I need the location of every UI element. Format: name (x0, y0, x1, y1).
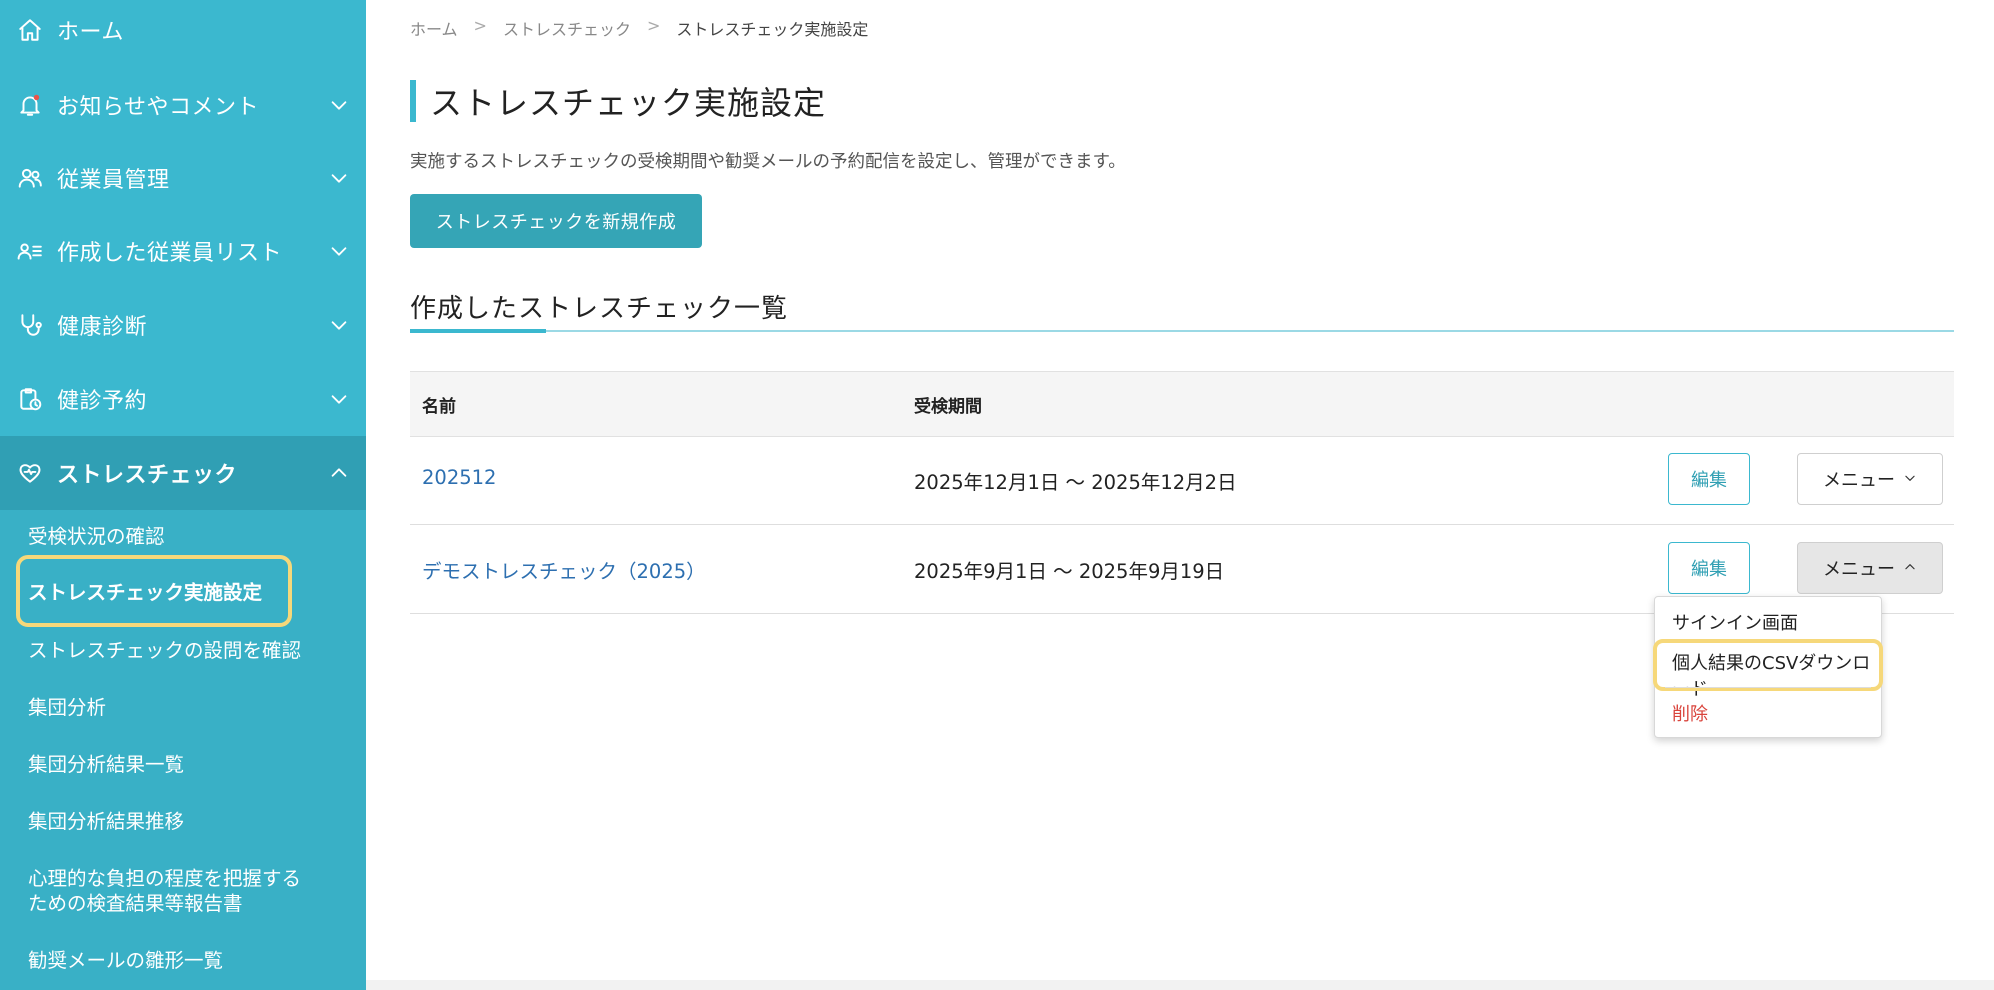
menu-divider (1665, 687, 1871, 688)
table-row: 202512 2025年12月1日 〜 2025年12月2日 編集 メニュー (410, 436, 1954, 525)
sidebar-item-label: 健診予約 (57, 389, 148, 414)
stethoscope-icon (16, 311, 44, 339)
row-period: 2025年12月1日 〜 2025年12月2日 (914, 471, 1237, 494)
highlight-box (16, 555, 292, 627)
section-divider (410, 330, 1954, 332)
chevron-down-icon (328, 240, 350, 262)
heart-icon (16, 459, 44, 487)
sidebar-item-label: お知らせやコメント (57, 95, 260, 120)
sidebar-item-notifications[interactable]: お知らせやコメント (0, 69, 366, 141)
breadcrumb-stress-check[interactable]: ストレスチェック (503, 16, 631, 40)
sidebar-item-employees[interactable]: 従業員管理 (0, 142, 366, 214)
column-header-name: 名前 (422, 397, 456, 417)
chevron-down-icon (1903, 469, 1917, 490)
row-name-link[interactable]: 202512 (422, 466, 496, 489)
edit-button[interactable]: 編集 (1668, 453, 1750, 505)
menu-button[interactable]: メニュー (1797, 542, 1943, 594)
submenu-item-group-trends[interactable]: 集団分析結果推移 (28, 809, 184, 834)
chevron-down-icon (328, 167, 350, 189)
create-stress-check-button[interactable]: ストレスチェックを新規作成 (410, 194, 702, 248)
main-content: ホーム > ストレスチェック > ストレスチェック実施設定 ストレスチェック実施… (366, 0, 1994, 990)
submenu-item-status[interactable]: 受検状況の確認 (28, 524, 165, 549)
menu-item-delete[interactable]: 削除 (1672, 700, 1708, 726)
submenu-item-group-results[interactable]: 集団分析結果一覧 (28, 752, 184, 777)
clipboard-clock-icon (16, 385, 44, 413)
section-divider-accent (410, 329, 546, 333)
table-header: 名前 受検期間 (410, 371, 1954, 437)
breadcrumb-current: ストレスチェック実施設定 (676, 20, 869, 39)
sidebar-item-label: ホーム (57, 20, 124, 45)
sidebar: ホーム お知らせやコメント 従業員管理 作成した従業員リスト 健康診断 健診予約 (0, 0, 366, 990)
users-icon (16, 164, 44, 192)
row-menu-dropdown: サインイン画面 個人結果のCSVダウンロード 削除 (1653, 596, 1883, 738)
sidebar-item-home[interactable]: ホーム (0, 0, 366, 66)
chevron-down-icon (328, 94, 350, 116)
sidebar-item-health-checkup[interactable]: 健康診断 (0, 289, 366, 361)
sidebar-item-stress-check[interactable]: ストレスチェック (0, 436, 366, 510)
submenu-item-mail-templates[interactable]: 勧奨メールの雛形一覧 (28, 948, 223, 973)
chevron-down-icon (328, 388, 350, 410)
breadcrumb-separator: > (473, 16, 487, 35)
sidebar-item-label: ストレスチェック (57, 463, 238, 488)
highlight-box (1653, 639, 1883, 691)
user-list-icon (16, 237, 44, 265)
page-bottom-strip (366, 980, 1994, 990)
column-header-period: 受検期間 (914, 397, 982, 417)
page-description: 実施するストレスチェックの受検期間や勧奨メールの予約配信を設定し、管理ができます… (410, 152, 1126, 172)
sidebar-item-label: 従業員管理 (57, 168, 170, 193)
breadcrumb-separator: > (646, 16, 661, 35)
menu-item-signin-screen[interactable]: サインイン画面 (1672, 609, 1798, 635)
chevron-up-icon (328, 462, 350, 484)
menu-button[interactable]: メニュー (1797, 453, 1943, 505)
sidebar-item-label: 作成した従業員リスト (57, 241, 283, 266)
submenu-item-report-line1[interactable]: 心理的な負担の程度を把握する (28, 866, 301, 891)
title-accent-bar (410, 80, 416, 122)
submenu-item-report-line2[interactable]: ための検査結果等報告書 (28, 891, 243, 916)
bell-icon (16, 91, 44, 119)
breadcrumb-home[interactable]: ホーム (410, 16, 458, 40)
menu-button-label: メニュー (1823, 470, 1895, 491)
chevron-down-icon (328, 314, 350, 336)
menu-button-label: メニュー (1823, 559, 1895, 580)
row-name-link[interactable]: デモストレスチェック（2025） (422, 555, 706, 584)
home-icon (16, 16, 44, 44)
edit-button[interactable]: 編集 (1668, 542, 1750, 594)
breadcrumb: ホーム > ストレスチェック > ストレスチェック実施設定 (410, 16, 868, 40)
chevron-up-icon (1903, 558, 1917, 579)
section-title: 作成したストレスチェック一覧 (410, 294, 789, 324)
row-period: 2025年9月1日 〜 2025年9月19日 (914, 560, 1225, 583)
submenu-item-questions[interactable]: ストレスチェックの設問を確認 (28, 638, 301, 663)
sidebar-item-checkup-reservation[interactable]: 健診予約 (0, 363, 366, 435)
sidebar-item-label: 健康診断 (57, 315, 148, 340)
sidebar-item-employee-lists[interactable]: 作成した従業員リスト (0, 215, 366, 287)
submenu-item-group-analysis[interactable]: 集団分析 (28, 695, 106, 720)
page-title: ストレスチェック実施設定 (430, 84, 827, 122)
